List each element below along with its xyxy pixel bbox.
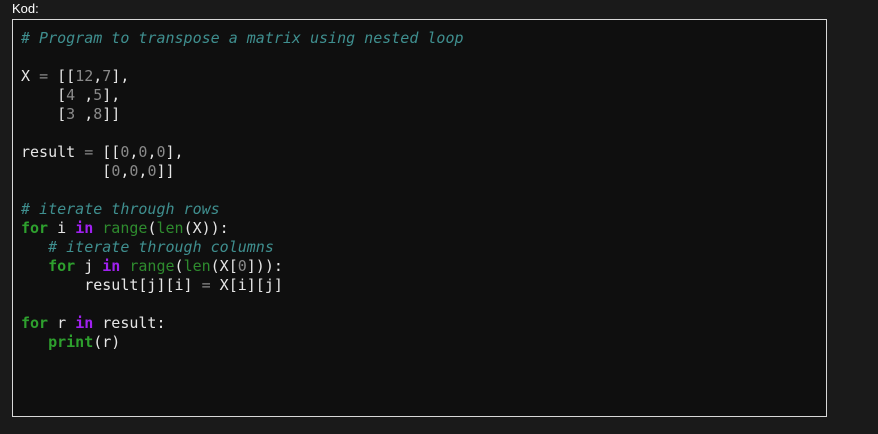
code-text: (X)): [183,219,229,237]
code-text: X[i][j] [210,276,283,294]
code-comment: # iterate through rows [21,200,220,218]
code-content[interactable]: # Program to transpose a matrix using ne… [21,29,464,352]
code-line: # iterate through columns [21,238,464,257]
code-comment: # iterate through columns [48,238,274,256]
code-line: for i in range(len(X)): [21,219,464,238]
code-line: # iterate through rows [21,200,464,219]
code-text: ], [165,143,184,161]
code-builtin: len [183,257,211,275]
code-text: [ [21,86,67,104]
code-text: ])): [246,257,283,275]
code-text: result[j][i] [21,276,202,294]
code-keyword: for [48,257,76,275]
code-comment: # Program to transpose a matrix using ne… [21,29,464,47]
code-operator: = [39,67,49,85]
code-line: ​ [21,295,464,314]
code-builtin: range [129,257,175,275]
code-operator: = [201,276,211,294]
code-line: for r in result: [21,314,464,333]
code-line: print(r) [21,333,464,352]
code-field-label: Kod: [12,1,39,16]
code-text: r [48,314,76,332]
code-text: X [21,67,40,85]
code-text: ( [174,257,184,275]
code-panel-page: Kod: # Program to transpose a matrix usi… [0,0,878,434]
code-text: (r) [93,333,121,351]
code-line: # Program to transpose a matrix using ne… [21,29,464,48]
code-line: ​ [21,124,464,143]
code-operator-keyword: in [75,314,94,332]
code-text: ]] [156,162,175,180]
code-text: [[ [93,143,121,161]
code-keyword: print [48,333,94,351]
code-text: , [75,105,94,123]
code-line: [3 ,8]] [21,105,464,124]
code-line: for j in range(len(X[0])): [21,257,464,276]
code-operator-keyword: in [102,257,121,275]
code-number: 0 [237,257,247,275]
code-number: 5 [93,86,103,104]
code-text: [[ [48,67,76,85]
code-text: ], [111,67,130,85]
code-line: [0,0,0]] [21,162,464,181]
code-operator: = [84,143,94,161]
code-line: result[j][i] = X[i][j] [21,276,464,295]
code-number: 4 [66,86,76,104]
code-keyword: for [21,314,49,332]
code-text: [ [21,105,67,123]
code-line: X = [[12,7], [21,67,464,86]
code-text: ]] [102,105,121,123]
code-text: j [75,257,103,275]
code-operator-keyword: in [75,219,94,237]
code-line: [4 ,5], [21,86,464,105]
code-text: result: [93,314,166,332]
code-text: (X[ [210,257,238,275]
code-line: ​ [21,181,464,200]
code-number: 3 [66,105,76,123]
code-number: 0 [111,162,121,180]
code-builtin: range [102,219,148,237]
code-line: result = [[0,0,0], [21,143,464,162]
code-text: [ [21,162,112,180]
code-number: 0 [156,143,166,161]
code-number: 8 [93,105,103,123]
code-line: ​ [21,48,464,67]
code-builtin: len [156,219,184,237]
code-keyword: for [21,219,49,237]
code-number: 7 [102,67,112,85]
code-text: result [21,143,85,161]
code-text: , [93,67,103,85]
code-text: , [75,86,94,104]
code-number: 12 [75,67,94,85]
code-text: i [48,219,76,237]
code-text: ], [102,86,121,104]
code-editor[interactable]: # Program to transpose a matrix using ne… [12,19,827,417]
